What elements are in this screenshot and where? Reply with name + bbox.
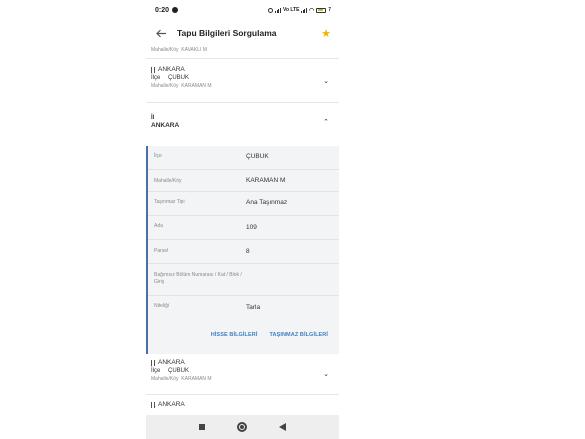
ilce-value: ÇUBUK <box>168 75 190 81</box>
detail-actions: HİSSE BİLGİLERİ TAŞINMAZ BİLGİLERİ <box>148 332 339 338</box>
detail-row: Parsel 8 <box>148 240 339 264</box>
chevron-down-icon[interactable]: ⌄ <box>323 77 329 85</box>
system-nav-bar <box>146 415 339 439</box>
detail-row: İlçe ÇUBUK <box>148 146 339 170</box>
il-value: ANKARA <box>158 359 185 366</box>
signal-icon <box>275 7 281 13</box>
chevron-down-icon[interactable]: ⌄ <box>323 370 329 378</box>
divider <box>146 394 339 395</box>
detail-label: Bağımsız Bölüm Numarası / Kat / Blok / G… <box>154 272 242 285</box>
building-icon <box>151 401 155 408</box>
expanded-item-header[interactable]: İl ANKARA <box>146 115 339 129</box>
wifi-icon: ◠ <box>308 7 315 14</box>
star-icon[interactable]: ★ <box>321 27 331 40</box>
notification-icon <box>172 7 179 13</box>
ilce-value: ÇUBUK <box>168 368 190 374</box>
mahalle-value: KARAMAN M <box>181 83 212 89</box>
detail-row: Bağımsız Bölüm Numarası / Kat / Blok / G… <box>148 264 339 296</box>
home-button[interactable] <box>237 422 247 432</box>
detail-value: Tarla <box>246 304 261 311</box>
detail-row: Mahalle/Köy KARAMAN M <box>148 170 339 192</box>
list-item-partial[interactable]: ANKARA <box>146 401 339 408</box>
mahalle-label: Mahalle/Köy <box>151 47 179 53</box>
building-icon <box>151 66 155 73</box>
detail-label: Taşınmaz Tipi <box>154 199 185 205</box>
detail-value: ÇUBUK <box>246 153 269 160</box>
il-label: İl <box>151 115 155 121</box>
il-value: ANKARA <box>151 122 180 129</box>
detail-value: Ana Taşınmaz <box>246 199 288 206</box>
detail-row: Taşınmaz Tipi Ana Taşınmaz <box>148 192 339 216</box>
detail-panel: İlçe ÇUBUK Mahalle/Köy KARAMAN M Taşınma… <box>146 146 339 354</box>
detail-row: Niteliği Tarla <box>148 296 339 320</box>
detail-label: Niteliği <box>154 303 170 309</box>
detail-row: Ada 109 <box>148 216 339 240</box>
building-icon <box>151 359 155 366</box>
il-value: ANKARA <box>158 66 185 73</box>
mahalle-label: Mahalle/Köy <box>151 376 179 382</box>
mahalle-value: KAVAKLI M <box>181 47 207 53</box>
divider <box>146 102 339 103</box>
recent-apps-button[interactable] <box>199 424 205 430</box>
alarm-icon <box>268 7 274 13</box>
chevron-up-icon[interactable]: ⌃ <box>323 118 329 126</box>
back-button[interactable] <box>279 423 286 431</box>
list-item[interactable]: ANKARA İlçe ÇUBUK Mahalle/Köy KARAMAN M <box>146 66 339 89</box>
network-label: Vo LTE <box>282 7 300 13</box>
il-value: ANKARA <box>158 401 185 408</box>
detail-value: 8 <box>246 248 250 255</box>
phone-screen: 0:20 Vo LTE ◠ 7 Tapu Bilgileri Sorgulama… <box>146 0 339 439</box>
detail-label: Mahalle/Köy <box>154 178 182 184</box>
list-item[interactable]: ANKARA İlçe ÇUBUK Mahalle/Köy KARAMAN M <box>146 359 339 382</box>
ilce-label: İlçe <box>151 368 161 374</box>
back-arrow-icon[interactable] <box>154 26 168 40</box>
clock: 0:20 <box>155 6 170 14</box>
detail-label: Parsel <box>154 248 169 254</box>
ilce-label: İlçe <box>151 75 161 81</box>
detail-value: KARAMAN M <box>246 177 286 184</box>
battery-level: 7 <box>328 7 331 13</box>
status-bar: 0:20 Vo LTE ◠ 7 <box>146 0 339 20</box>
app-bar: Tapu Bilgileri Sorgulama ★ <box>146 20 339 46</box>
page-title: Tapu Bilgileri Sorgulama <box>177 28 277 38</box>
detail-value: 109 <box>246 224 257 231</box>
hisse-bilgileri-button[interactable]: HİSSE BİLGİLERİ <box>211 332 258 338</box>
status-icons: Vo LTE ◠ 7 <box>268 7 331 14</box>
tasinmaz-bilgileri-button[interactable]: TAŞINMAZ BİLGİLERİ <box>269 332 328 338</box>
result-list: Mahalle/Köy KAVAKLI M ANKARA İlçe ÇUBUK … <box>146 46 339 415</box>
list-item-partial[interactable]: Mahalle/Köy KAVAKLI M <box>146 47 339 53</box>
detail-label: Ada <box>154 223 163 229</box>
mahalle-value: KARAMAN M <box>181 376 212 382</box>
mahalle-label: Mahalle/Köy <box>151 83 179 89</box>
signal-icon-2 <box>301 7 307 13</box>
divider <box>146 58 339 59</box>
battery-icon <box>316 7 327 13</box>
detail-label: İlçe <box>154 153 162 159</box>
